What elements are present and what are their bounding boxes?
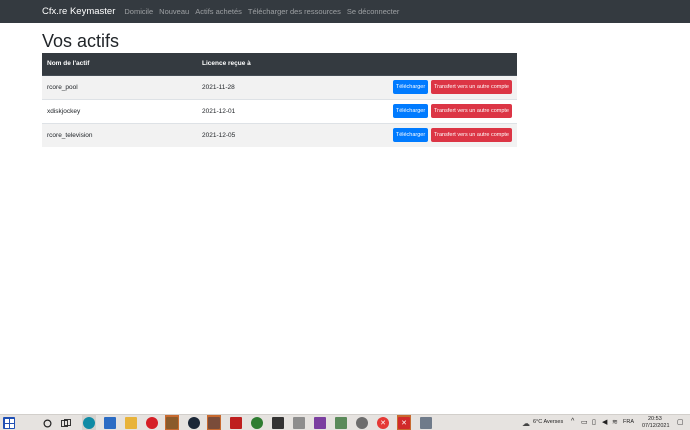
- transfer-button[interactable]: Transfert vers un autre compte: [431, 80, 512, 94]
- transfer-button[interactable]: Transfert vers un autre compte: [431, 128, 512, 143]
- license-date-cell: 2021-12-01: [197, 98, 317, 123]
- wifi-icon[interactable]: ≋: [612, 418, 618, 426]
- xbox-icon[interactable]: [251, 417, 263, 429]
- taskbar: ✕ ✕ ☁ 6°C Averses ^ ▭ ▯ ◀ ≋ FRA 20:53 07…: [0, 414, 690, 430]
- battery-icon[interactable]: ▯: [592, 418, 596, 426]
- network-icon[interactable]: ▭: [581, 418, 588, 426]
- opera-icon[interactable]: [146, 417, 158, 429]
- steam-icon[interactable]: [188, 417, 200, 429]
- download-button[interactable]: Télécharger: [392, 104, 429, 118]
- column-header-asset-name: Nom de l'actif: [42, 53, 197, 76]
- filezilla-icon[interactable]: [230, 417, 242, 429]
- nav-link-deconnecter[interactable]: Se déconnecter: [347, 7, 400, 16]
- game-icon[interactable]: [356, 417, 368, 429]
- actions-cell: Télécharger Transfert vers un autre comp…: [317, 74, 517, 99]
- nav-link-nouveau[interactable]: Nouveau: [159, 7, 189, 16]
- search-icon[interactable]: [41, 417, 53, 429]
- notepad-icon[interactable]: [272, 417, 284, 429]
- app-icon[interactable]: [420, 417, 432, 429]
- asset-name-cell: rcore_pool: [42, 74, 197, 99]
- transfer-button[interactable]: Transfert vers un autre compte: [431, 104, 512, 118]
- weather-text[interactable]: 6°C Averses: [533, 419, 563, 425]
- asset-name-cell: xdiskjockey: [42, 98, 197, 123]
- windows-start-icon[interactable]: [3, 417, 15, 429]
- task-view-icon[interactable]: [60, 417, 72, 429]
- close-app-icon[interactable]: ✕: [377, 417, 389, 429]
- column-header-license-date: Licence reçue à: [197, 53, 317, 76]
- language-indicator[interactable]: FRA: [623, 419, 634, 425]
- nav-link-domicile[interactable]: Domicile: [124, 7, 153, 16]
- page: Cfx.re Keymaster Domicile Nouveau Actifs…: [0, 0, 690, 430]
- close-app-icon[interactable]: ✕: [398, 417, 410, 429]
- weather-icon[interactable]: ☁: [520, 417, 532, 429]
- app-icon[interactable]: [166, 417, 178, 429]
- table-row: rcore_television 2021-12-05 Télécharger …: [42, 122, 517, 147]
- app-icon[interactable]: [208, 417, 220, 429]
- table-header-row: Nom de l'actif Licence reçue à: [42, 53, 517, 76]
- clock-time[interactable]: 20:53: [648, 416, 662, 422]
- asset-name-cell: rcore_television: [42, 122, 197, 147]
- app-icon[interactable]: [293, 417, 305, 429]
- files-icon[interactable]: [335, 417, 347, 429]
- notification-icon[interactable]: ▢: [677, 418, 684, 426]
- assets-table: Nom de l'actif Licence reçue à rcore_poo…: [42, 53, 517, 147]
- speaker-icon[interactable]: ◀: [602, 418, 607, 426]
- clock-date[interactable]: 07/12/2021: [642, 423, 670, 429]
- winrar-icon[interactable]: [314, 417, 326, 429]
- actions-cell: Télécharger Transfert vers un autre comp…: [317, 122, 517, 147]
- column-header-actions: [317, 53, 517, 76]
- table-row: xdiskjockey 2021-12-01 Télécharger Trans…: [42, 98, 517, 123]
- store-icon[interactable]: [104, 417, 116, 429]
- nav-link-actifs-achetes[interactable]: Actifs achetés: [195, 7, 242, 16]
- download-button[interactable]: Télécharger: [392, 80, 429, 94]
- download-button[interactable]: Télécharger: [392, 128, 429, 143]
- edge-icon[interactable]: [83, 417, 95, 429]
- brand-link[interactable]: Cfx.re Keymaster: [42, 6, 115, 17]
- nav-link-telecharger-ressources[interactable]: Télécharger des ressources: [248, 7, 341, 16]
- license-date-cell: 2021-12-05: [197, 122, 317, 147]
- table-row: rcore_pool 2021-11-28 Télécharger Transf…: [42, 74, 517, 99]
- top-navbar: Cfx.re Keymaster Domicile Nouveau Actifs…: [0, 0, 690, 23]
- folder-icon[interactable]: [125, 417, 137, 429]
- chevron-up-icon[interactable]: ^: [571, 418, 574, 425]
- license-date-cell: 2021-11-28: [197, 74, 317, 99]
- page-title: Vos actifs: [42, 31, 120, 51]
- actions-cell: Télécharger Transfert vers un autre comp…: [317, 98, 517, 123]
